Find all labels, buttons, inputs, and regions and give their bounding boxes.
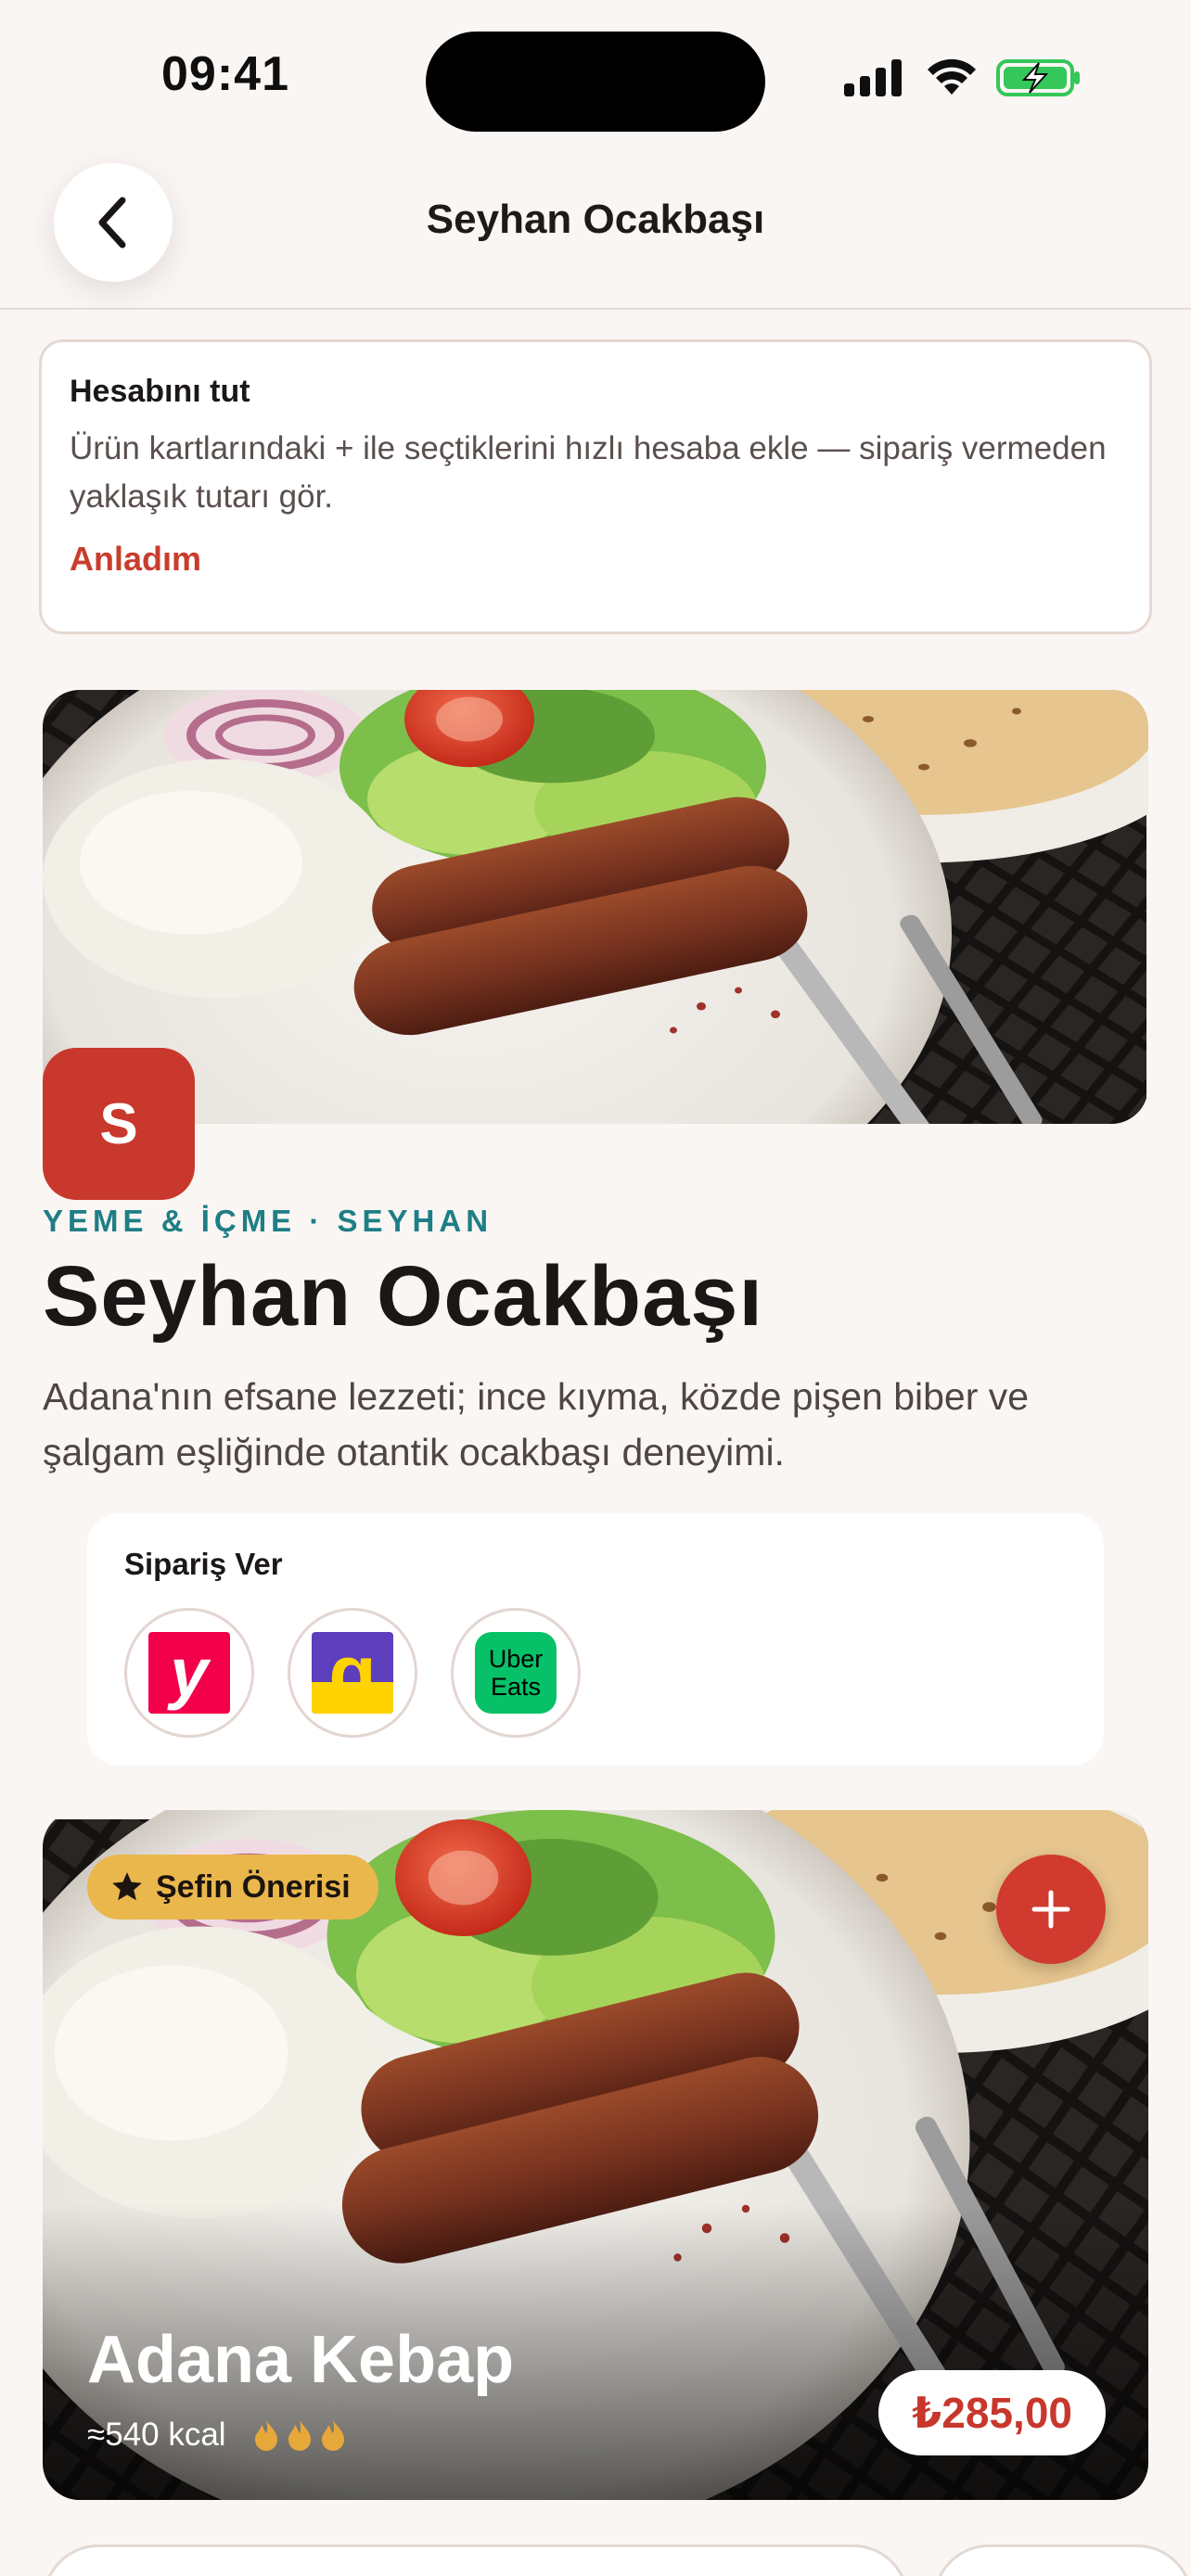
flame-icon	[288, 2420, 311, 2451]
cellular-signal-icon	[844, 59, 902, 96]
next-card-peek	[43, 2544, 909, 2576]
order-providers: y g Uber Eats	[124, 1608, 1067, 1738]
chef-badge-label: Şefin Önerisi	[156, 1868, 351, 1905]
plus-icon	[1031, 1890, 1070, 1929]
tip-body: Ürün kartlarındaki + ile seçtiklerini hı…	[70, 430, 1107, 515]
uber-eats-logo-icon: Uber Eats	[475, 1632, 557, 1714]
getir-logo-icon: g	[312, 1632, 393, 1714]
wifi-icon	[928, 58, 976, 95]
spice-level	[252, 2418, 347, 2452]
dish-price: ₺285,00	[878, 2370, 1106, 2455]
status-bar: 09:41	[0, 0, 1191, 158]
next-card-peek	[933, 2544, 1191, 2576]
battery-charging-icon	[996, 59, 1080, 96]
dish-card[interactable]: Şefin Önerisi Adana Kebap ≈540 kcal ₺285…	[43, 1810, 1148, 2500]
yemeksepeti-button[interactable]: y	[124, 1608, 254, 1738]
order-title: Sipariş Ver	[124, 1547, 283, 1581]
chef-recommendation-badge: Şefin Önerisi	[87, 1855, 378, 1919]
venue-category: YEME & İÇME · SEYHAN	[43, 1204, 493, 1238]
dish-meta: ≈540 kcal	[87, 2417, 347, 2454]
venue-hero-image	[43, 690, 1148, 1124]
dynamic-island	[426, 32, 765, 132]
tip-title: Hesabını tut	[70, 374, 250, 409]
dish-calories: ≈540 kcal	[87, 2417, 226, 2453]
nav-bar: Seyhan Ocakbaşı	[0, 158, 1191, 310]
venue-logo: S	[43, 1048, 195, 1200]
flame-icon	[254, 2420, 277, 2451]
dish-name: Adana Kebap	[87, 2323, 515, 2397]
getir-button[interactable]: g	[288, 1608, 417, 1738]
page-title: Seyhan Ocakbaşı	[426, 197, 765, 242]
uber-eats-button[interactable]: Uber Eats	[451, 1608, 581, 1738]
flame-icon	[321, 2420, 344, 2451]
order-card: Sipariş Ver y g Uber Eats	[87, 1513, 1104, 1766]
dismiss-tip-button[interactable]: Anladım	[70, 540, 201, 579]
star-icon	[112, 1872, 142, 1901]
venue-title: Seyhan Ocakbaşı	[43, 1249, 763, 1344]
add-to-bill-button[interactable]	[996, 1855, 1106, 1964]
status-time: 09:41	[161, 47, 289, 101]
yemeksepeti-logo-icon: y	[148, 1632, 230, 1714]
tip-card: Hesabını tut Ürün kartlarındaki + ile se…	[39, 339, 1152, 634]
venue-description: Adana'nın efsane lezzeti; ince kıyma, kö…	[43, 1375, 1030, 1473]
